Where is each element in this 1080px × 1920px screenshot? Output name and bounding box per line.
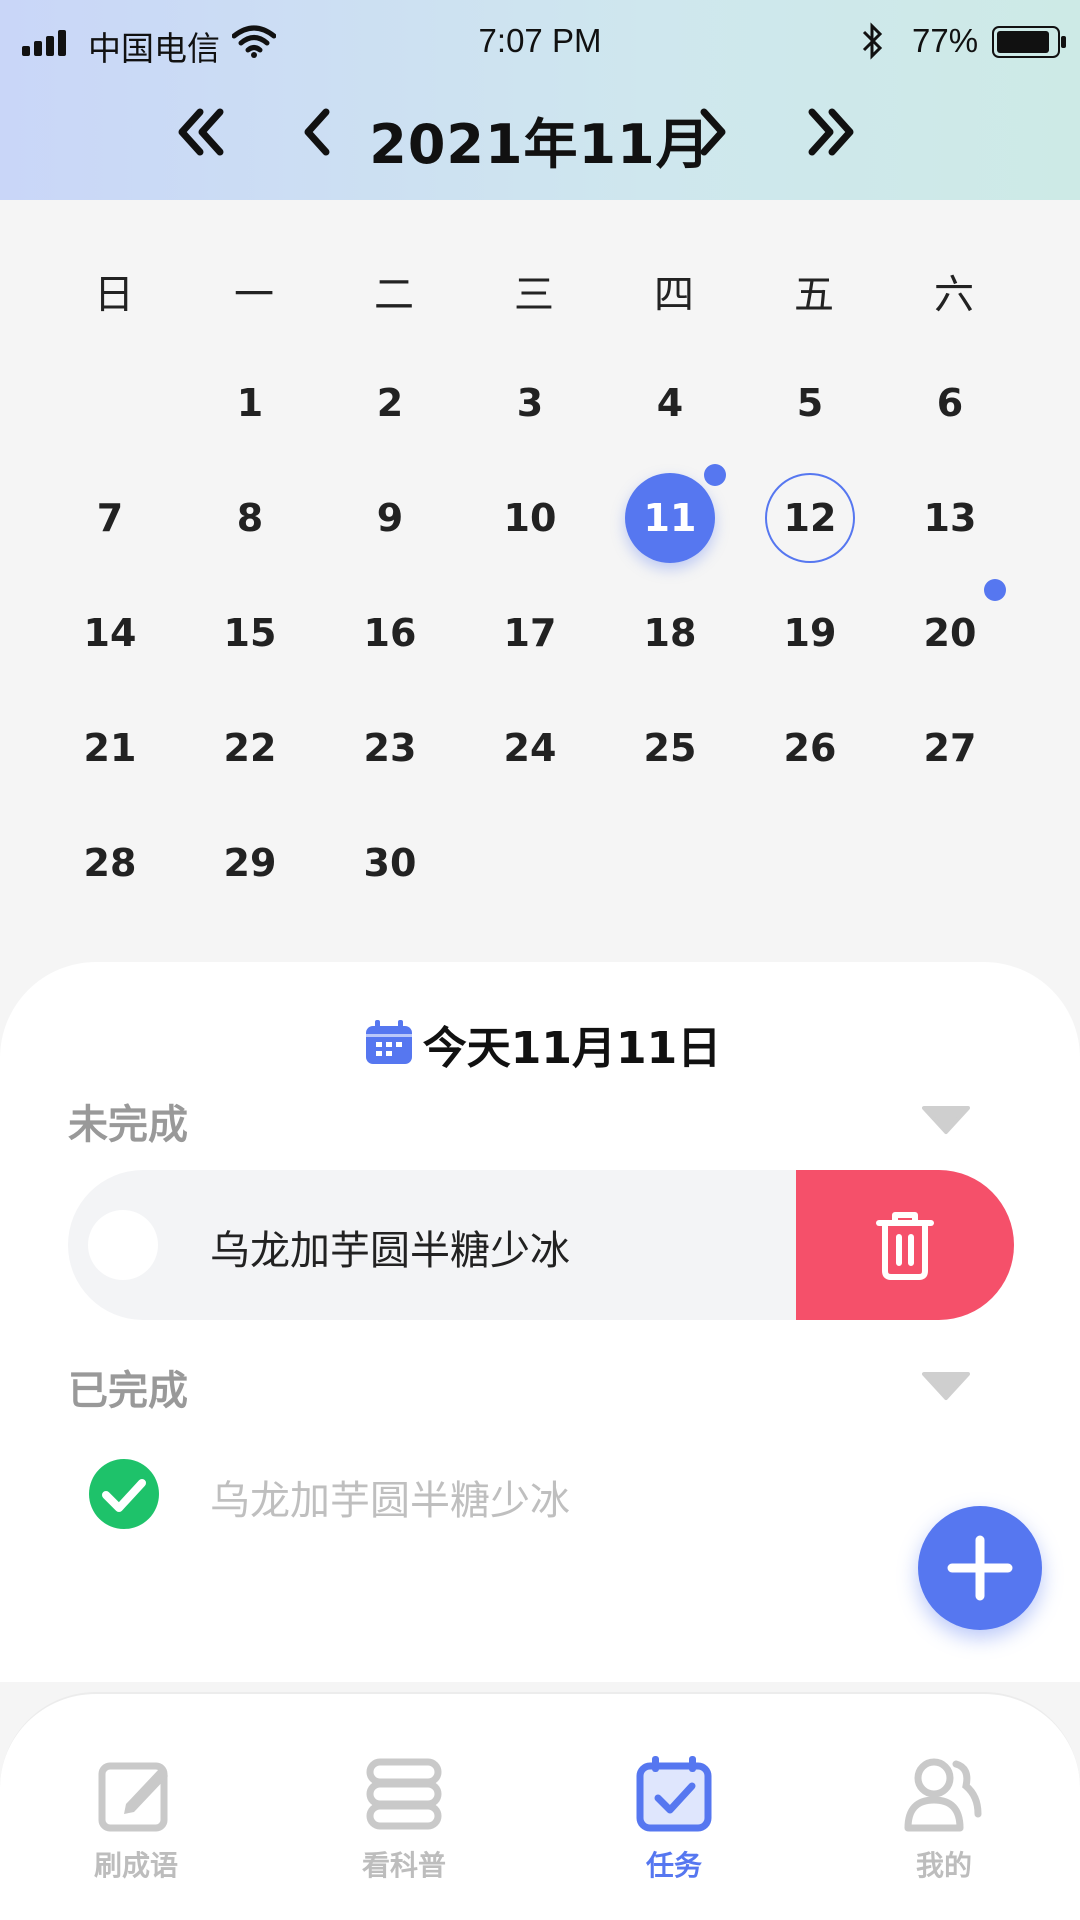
task-complete-radio[interactable] — [88, 1210, 158, 1280]
calendar-day[interactable]: 17 — [485, 588, 575, 678]
books-icon — [366, 1758, 442, 1830]
double-chevron-right-icon — [808, 108, 854, 156]
selected-date-text: 今天11月11日 — [422, 1023, 722, 1074]
calendar-day[interactable]: 14 — [65, 588, 155, 678]
tab-label: 刷成语 — [93, 1849, 178, 1882]
weekday-label: 六 — [934, 272, 974, 318]
calendar-day[interactable]: 21 — [65, 703, 155, 793]
battery-icon — [992, 26, 1066, 58]
weekday-header: 日 一 二 三 四 五 六 — [0, 262, 1080, 322]
plus-icon — [947, 1535, 1013, 1601]
calendar-day[interactable]: 1 — [205, 358, 295, 448]
calendar-day[interactable]: 5 — [765, 358, 855, 448]
month-navigation: 2021年11月 — [0, 92, 1080, 180]
chevron-right-icon — [700, 108, 726, 156]
edit-icon — [98, 1762, 168, 1832]
calendar-day[interactable]: 2 — [345, 358, 435, 448]
delete-task-button[interactable] — [796, 1170, 1014, 1320]
calendar-day[interactable]: 26 — [765, 703, 855, 793]
calendar-day[interactable]: 9 — [345, 473, 435, 563]
bluetooth-icon — [862, 22, 883, 60]
completed-section-label: 已完成 — [68, 1368, 188, 1414]
calendar-day[interactable]: 30 — [345, 818, 435, 908]
caret-down-icon[interactable] — [922, 1370, 970, 1402]
weekday-label: 二 — [374, 272, 414, 318]
calendar-day[interactable]: 20 — [905, 588, 995, 678]
task-indicator-dot — [704, 464, 726, 486]
check-circle-icon[interactable] — [88, 1458, 160, 1530]
caret-down-icon[interactable] — [922, 1104, 970, 1136]
add-task-button[interactable] — [918, 1506, 1042, 1630]
pending-section-label: 未完成 — [68, 1102, 188, 1148]
next-year-button[interactable] — [800, 100, 864, 164]
calendar-check-icon — [636, 1756, 712, 1832]
bottom-tab-bar: 刷成语 看科普 任务 我的 — [0, 1692, 1080, 1920]
calendar-day[interactable]: 8 — [205, 473, 295, 563]
pending-task-row[interactable]: 乌龙加芋圆半糖少冰 — [68, 1170, 1014, 1320]
next-month-button[interactable] — [682, 100, 746, 164]
weekday-label: 一 — [234, 272, 274, 318]
calendar-day[interactable]: 10 — [485, 473, 575, 563]
weekday-label: 日 — [94, 272, 134, 318]
weekday-label: 三 — [514, 272, 554, 318]
task-indicator-dot — [984, 579, 1006, 601]
calendar-day[interactable]: 15 — [205, 588, 295, 678]
calendar-day[interactable]: 6 — [905, 358, 995, 448]
calendar-day[interactable]: 23 — [345, 703, 435, 793]
calendar-day[interactable]: 4 — [625, 358, 715, 448]
calendar-day[interactable]: 24 — [485, 703, 575, 793]
calendar-day[interactable]: 27 — [905, 703, 995, 793]
battery-percent: 77% — [912, 22, 979, 59]
tab-tasks[interactable]: 任务 — [574, 1754, 774, 1904]
tab-label: 任务 — [645, 1849, 702, 1882]
calendar-day[interactable]: 18 — [625, 588, 715, 678]
tab-science[interactable]: 看科普 — [304, 1754, 504, 1904]
weekday-label: 四 — [654, 272, 694, 318]
completed-task-title: 乌龙加芋圆半糖少冰 — [210, 1478, 570, 1524]
tab-idioms[interactable]: 刷成语 — [36, 1754, 236, 1904]
month-title: 2021年11月 — [369, 113, 711, 176]
calendar-day[interactable]: 25 — [625, 703, 715, 793]
calendar-day[interactable]: 12 — [765, 473, 855, 563]
users-icon — [904, 1758, 982, 1832]
calendar-day[interactable]: 19 — [765, 588, 855, 678]
calendar-day[interactable]: 22 — [205, 703, 295, 793]
calendar-day[interactable]: 11 — [625, 473, 715, 563]
tab-profile[interactable]: 我的 — [844, 1754, 1044, 1904]
calendar-day[interactable]: 13 — [905, 473, 995, 563]
calendar-day[interactable]: 28 — [65, 818, 155, 908]
calendar-day[interactable]: 16 — [345, 588, 435, 678]
calendar-day[interactable]: 29 — [205, 818, 295, 908]
selected-date-title: 今天11月11日 — [0, 1012, 1080, 1076]
tab-label: 看科普 — [361, 1849, 446, 1882]
tab-label: 我的 — [915, 1849, 972, 1882]
calendar-day[interactable]: 7 — [65, 473, 155, 563]
status-bar: 中国电信 7:07 PM 77% — [0, 0, 1080, 84]
trash-icon — [876, 1212, 934, 1280]
weekday-label: 五 — [794, 272, 834, 318]
calendar-day[interactable]: 3 — [485, 358, 575, 448]
task-title: 乌龙加芋圆半糖少冰 — [210, 1228, 570, 1274]
